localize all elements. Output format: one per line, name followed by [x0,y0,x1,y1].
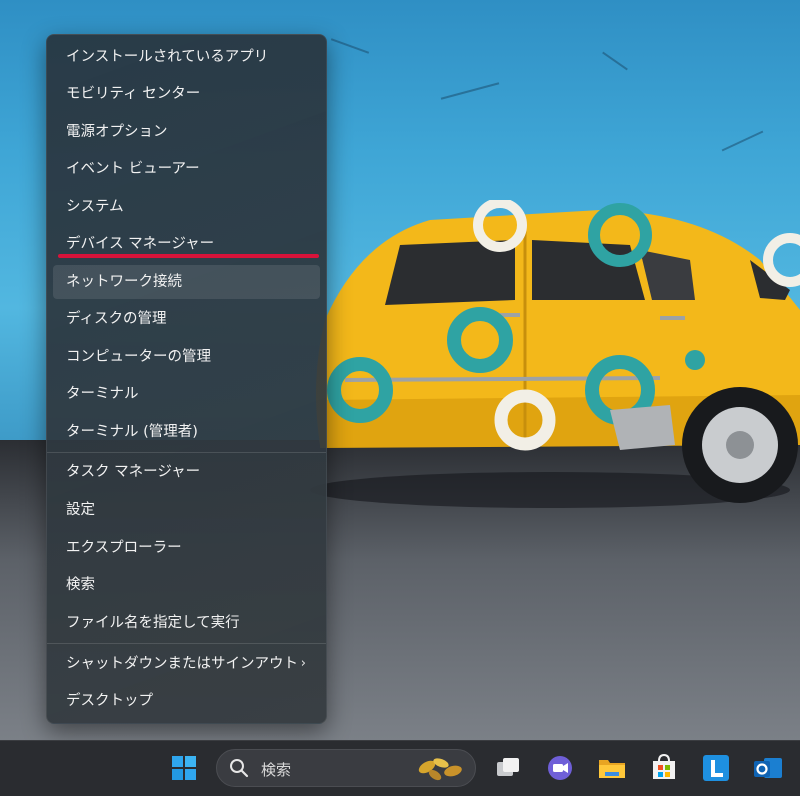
menu-item-label: デスクトップ [66,693,153,709]
menu-item-shutdown-signout[interactable]: シャットダウンまたはサインアウト › [53,647,320,681]
menu-item-label: インストールされているアプリ [66,49,269,65]
teams-chat-button[interactable] [542,750,578,786]
menu-item-mobility-center[interactable]: モビリティ センター [53,77,320,111]
search-icon [230,759,249,778]
menu-item-task-manager[interactable]: タスク マネージャー [53,455,320,489]
menu-item-settings[interactable]: 設定 [53,493,320,527]
windows-start-icon [172,756,196,780]
menu-item-system[interactable]: システム [53,190,320,224]
task-view-icon [497,758,519,776]
menu-item-label: システム [66,199,124,215]
menu-item-terminal-admin[interactable]: ターミナル (管理者) [53,415,320,449]
menu-item-label: ターミナル [66,386,139,402]
search-highlight-leaves-icon [418,758,462,781]
microsoft-store-icon [653,753,675,779]
menu-separator [47,643,326,644]
winx-context-menu: インストールされているアプリ モビリティ センター 電源オプション イベント ビ… [46,34,327,724]
menu-item-label: シャットダウンまたはサインアウト [66,656,298,672]
start-button[interactable] [166,750,202,786]
taskbar: 検索 [0,740,800,796]
teams-chat-icon [548,756,572,780]
menu-item-label: エクスプローラー [66,540,182,556]
menu-item-search[interactable]: 検索 [53,568,320,602]
outlook-icon [754,758,782,778]
menu-item-desktop[interactable]: デスクトップ [53,684,320,718]
menu-item-terminal[interactable]: ターミナル [53,377,320,411]
menu-item-label: タスク マネージャー [66,464,201,480]
file-explorer-icon [599,760,625,778]
taskbar-search-box[interactable]: 検索 [216,749,476,787]
outlook-button[interactable] [750,750,786,786]
menu-item-label: ターミナル (管理者) [66,424,198,440]
yellow-car-illustration [310,200,800,508]
menu-item-power-options[interactable]: 電源オプション [53,115,320,149]
menu-item-file-explorer[interactable]: エクスプローラー [53,531,320,565]
menu-separator [47,452,326,453]
menu-item-label: 電源オプション [66,124,168,140]
l-app-icon [703,755,729,781]
menu-item-label: 設定 [66,502,95,518]
search-placeholder: 検索 [261,761,292,779]
menu-item-label: ファイル名を指定して実行 [66,615,240,631]
menu-item-run[interactable]: ファイル名を指定して実行 [53,606,320,640]
menu-item-label: デバイス マネージャー [66,236,215,252]
menu-item-disk-management[interactable]: ディスクの管理 [53,302,320,336]
chevron-right-icon: › [300,656,306,671]
file-explorer-button[interactable] [594,750,630,786]
microsoft-store-button[interactable] [646,750,682,786]
menu-item-label: コンピューターの管理 [66,349,211,365]
menu-item-computer-management[interactable]: コンピューターの管理 [53,340,320,374]
l-app-button[interactable] [698,750,734,786]
annotation-underline [58,254,319,258]
menu-item-label: 検索 [66,577,95,593]
menu-item-label: イベント ビューアー [66,161,200,177]
menu-item-label: ディスクの管理 [66,311,167,327]
menu-item-installed-apps[interactable]: インストールされているアプリ [53,40,320,74]
menu-item-label: モビリティ センター [66,86,201,102]
task-view-button[interactable] [490,750,526,786]
menu-item-network-connections[interactable]: ネットワーク接続 [53,265,320,299]
menu-item-label: ネットワーク接続 [66,274,182,290]
menu-item-event-viewer[interactable]: イベント ビューアー [53,152,320,186]
